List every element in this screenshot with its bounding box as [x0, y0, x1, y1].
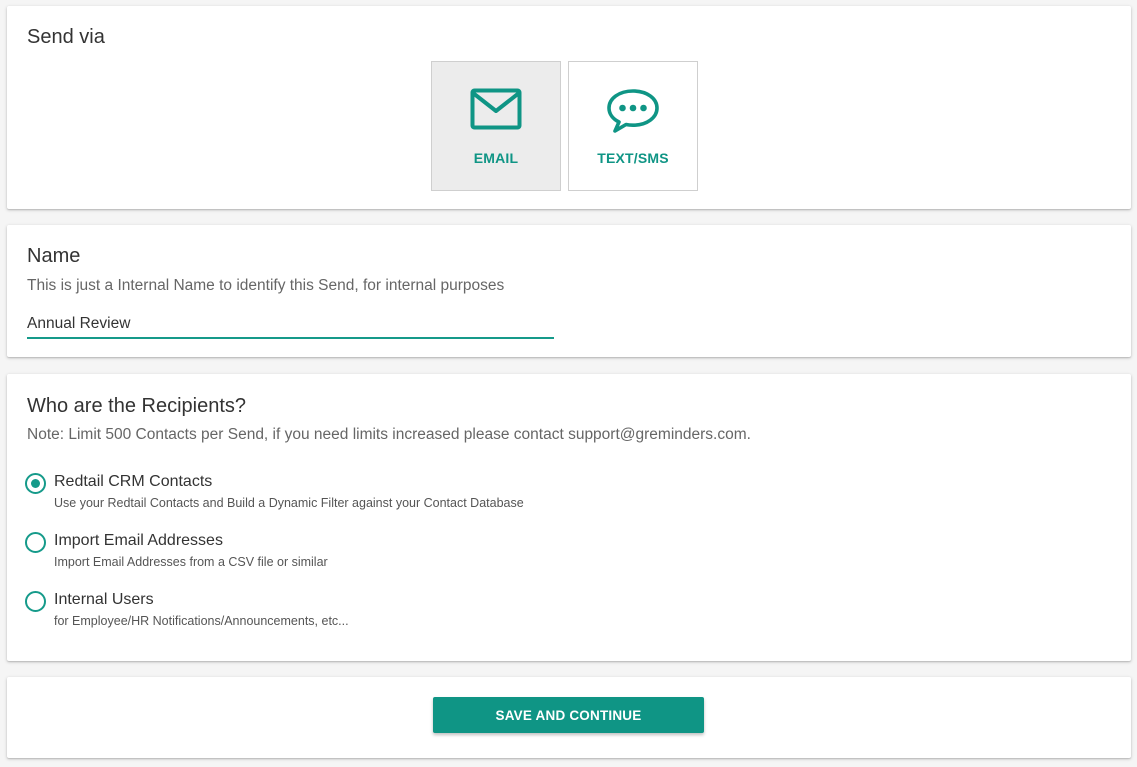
- internal-radio[interactable]: [25, 591, 46, 612]
- email-option-label: EMAIL: [473, 150, 519, 166]
- recipients-title: Who are the Recipients?: [27, 395, 247, 417]
- internal-description: for Employee/HR Notifications/Announceme…: [54, 614, 349, 628]
- email-option[interactable]: EMAIL: [431, 61, 561, 191]
- name-subtitle: This is just a Internal Name to identify…: [27, 277, 505, 294]
- recipients-card: Who are the Recipients? Note: Limit 500 …: [7, 374, 1131, 661]
- envelope-icon: [432, 88, 560, 137]
- name-card: Name This is just a Internal Name to ide…: [7, 225, 1131, 357]
- send-via-title: Send via: [27, 26, 105, 48]
- redtail-radio[interactable]: [25, 473, 46, 494]
- import-label: Import Email Addresses: [54, 532, 223, 549]
- import-description: Import Email Addresses from a CSV file o…: [54, 555, 328, 569]
- internal-label: Internal Users: [54, 591, 154, 608]
- text-sms-option-label: TEXT/SMS: [597, 150, 669, 166]
- import-radio[interactable]: [25, 532, 46, 553]
- name-input[interactable]: [27, 311, 554, 339]
- send-via-card: Send via EMAIL TEXT/SMS: [7, 6, 1131, 209]
- chat-bubble-icon: [569, 88, 697, 139]
- name-title: Name: [27, 245, 81, 267]
- redtail-label: Redtail CRM Contacts: [54, 473, 213, 490]
- text-sms-option[interactable]: TEXT/SMS: [568, 61, 698, 191]
- redtail-description: Use your Redtail Contacts and Build a Dy…: [54, 496, 524, 510]
- recipients-note: Note: Limit 500 Contacts per Send, if yo…: [27, 426, 751, 443]
- save-and-continue-button[interactable]: SAVE AND CONTINUE: [433, 697, 704, 733]
- save-card: SAVE AND CONTINUE: [7, 677, 1131, 758]
